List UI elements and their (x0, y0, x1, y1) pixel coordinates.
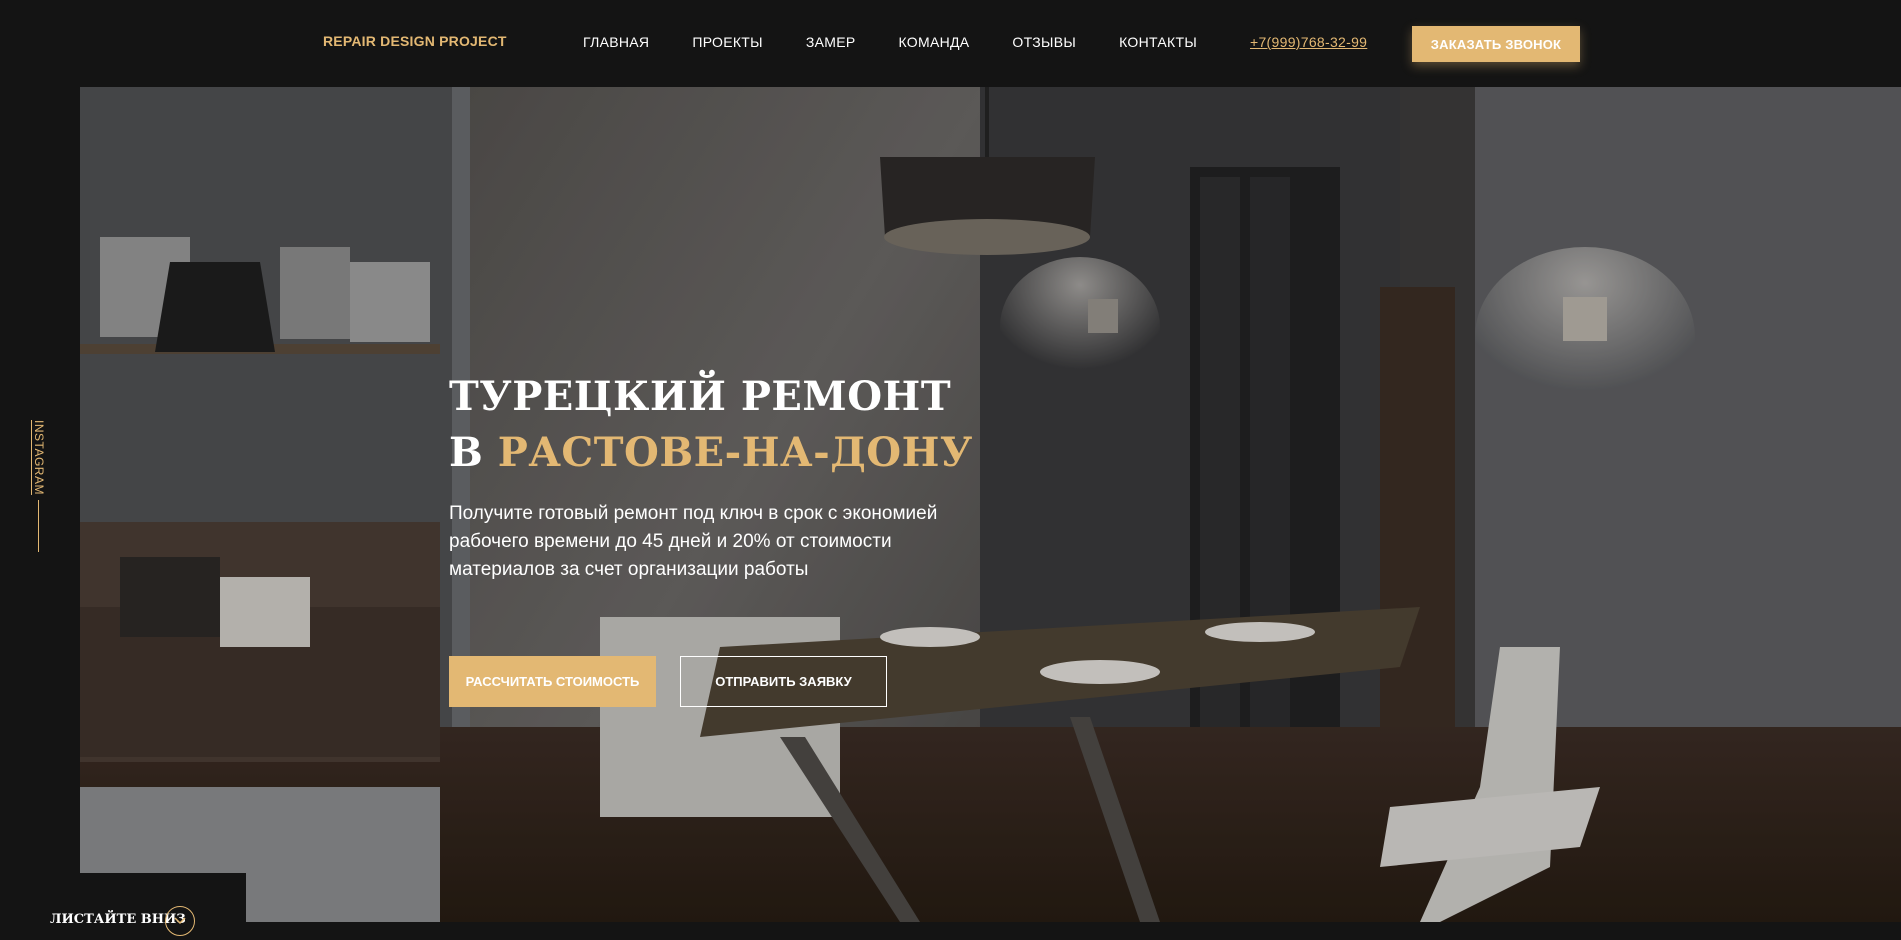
hero-dark-overlay (80, 87, 1901, 922)
nav-item-projects[interactable]: ПРОЕКТЫ (692, 34, 763, 50)
hero-title-prefix: В (449, 429, 484, 476)
chevron-down-icon (174, 917, 186, 925)
nav-item-reviews[interactable]: ОТЗЫВЫ (1012, 34, 1076, 50)
instagram-divider (38, 500, 39, 552)
order-call-button[interactable]: ЗАКАЗАТЬ ЗВОНОК (1412, 26, 1580, 62)
calculate-cost-button[interactable]: РАССЧИТАТЬ СТОИМОСТЬ (449, 656, 656, 707)
logo[interactable]: REPAIR DESIGN PROJECT (323, 33, 507, 49)
instagram-link[interactable]: INSTAGRAM (32, 420, 46, 495)
scroll-down-button[interactable] (165, 906, 195, 936)
nav-item-contacts[interactable]: КОНТАКТЫ (1119, 34, 1197, 50)
send-request-button[interactable]: ОТПРАВИТЬ ЗАЯВКУ (680, 656, 887, 707)
nav-item-measure[interactable]: ЗАМЕР (806, 34, 856, 50)
nav-item-team[interactable]: КОМАНДА (899, 34, 970, 50)
hero-title-line1: ТУРЕЦКИЙ РЕМОНТ (449, 373, 952, 420)
main-nav: ГЛАВНАЯ ПРОЕКТЫ ЗАМЕР КОМАНДА ОТЗЫВЫ КОН… (583, 34, 1240, 50)
phone-link[interactable]: +7(999)768-32-99 (1250, 34, 1367, 50)
hero-description: Получите готовый ремонт под ключ в срок … (449, 503, 938, 580)
site-header: REPAIR DESIGN PROJECT ГЛАВНАЯ ПРОЕКТЫ ЗА… (0, 0, 1901, 87)
nav-item-home[interactable]: ГЛАВНАЯ (583, 34, 649, 50)
bottom-strip (246, 922, 1901, 940)
hero-title-accent: РАСТОВЕ-НА-ДОНУ (497, 429, 973, 476)
scroll-down-panel (0, 873, 246, 940)
hero-section: ТУРЕЦКИЙ РЕМОНТ В РАСТОВЕ-НА-ДОНУ Получи… (80, 87, 1901, 922)
hero-title: ТУРЕЦКИЙ РЕМОНТ В РАСТОВЕ-НА-ДОНУ (449, 369, 973, 481)
